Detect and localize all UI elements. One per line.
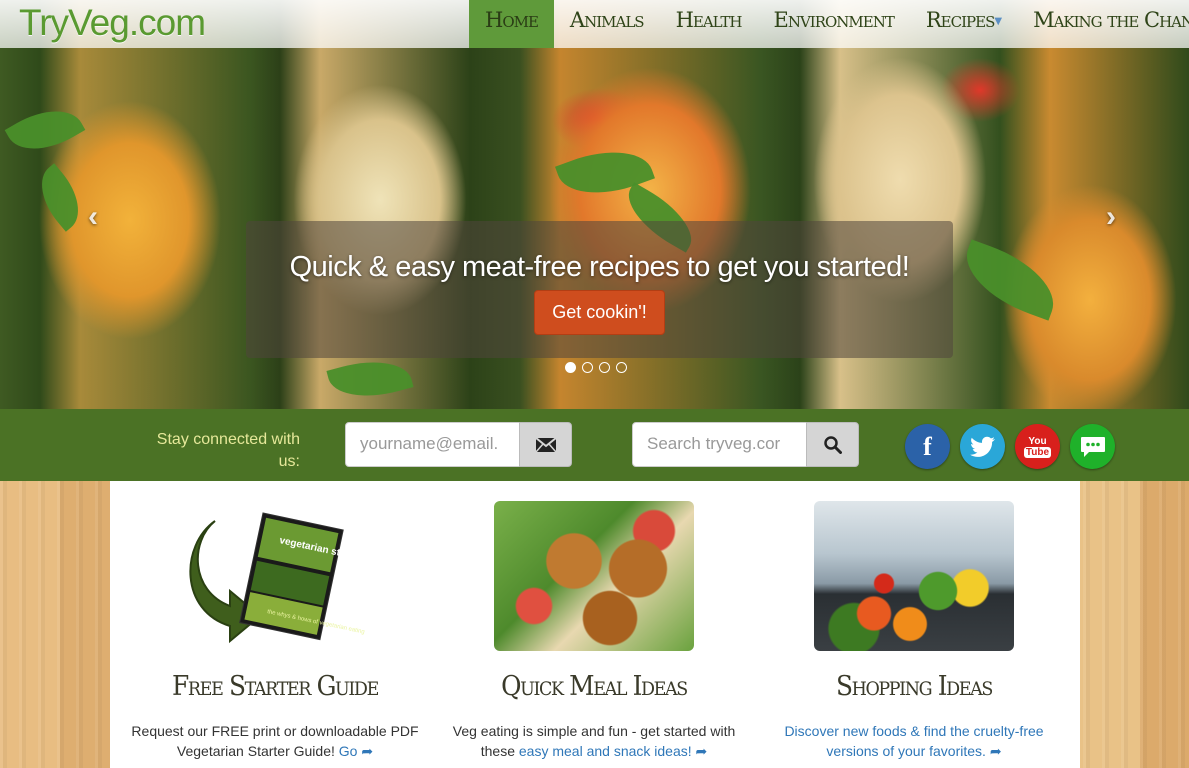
go-link[interactable]: Go — [339, 743, 358, 759]
twitter-icon[interactable] — [960, 424, 1005, 469]
email-submit-button[interactable] — [519, 422, 572, 467]
grocery-image[interactable] — [814, 501, 1014, 651]
nav-label: Making the Change — [1033, 8, 1189, 32]
search-input[interactable]: Search tryveg.cor — [632, 422, 807, 467]
green-arrow-icon: vegetarian starter guide the whys & hows… — [189, 512, 375, 644]
carousel-prev-icon[interactable]: ‹ — [88, 200, 98, 234]
email-field[interactable]: yourname@email. — [345, 422, 520, 467]
card-title: Shopping Ideas — [835, 671, 993, 702]
meal-ideas-link[interactable]: easy meal and snack ideas! — [519, 743, 692, 759]
search-placeholder: Search tryveg.cor — [647, 434, 781, 453]
site-logo[interactable]: TryVeg.com — [19, 2, 206, 44]
herb-leaf — [954, 239, 1066, 321]
search-button[interactable] — [806, 422, 859, 467]
facebook-letter: f — [923, 431, 932, 461]
carousel-dot[interactable] — [582, 362, 593, 373]
nav-label: Recipes — [925, 8, 995, 32]
main-nav: Home Animals Health Environment Recipes▼… — [469, 0, 1189, 48]
nav-label: Health — [675, 8, 743, 32]
nav-label: Home — [485, 8, 539, 32]
chat-bubble-icon — [1080, 436, 1105, 457]
hero-carousel: ‹ › Quick & easy meat-free recipes to ge… — [0, 0, 1189, 409]
hero-caption: Quick & easy meat-free recipes to get yo… — [246, 221, 953, 358]
herb-leaf — [326, 350, 414, 408]
herb-leaf — [27, 163, 93, 232]
caret-down-icon: ▼ — [994, 16, 1002, 27]
search-icon — [823, 435, 842, 454]
falafel-image[interactable] — [494, 501, 694, 651]
top-navbar: TryVeg.com Home Animals Health Environme… — [0, 0, 1189, 48]
carousel-next-icon[interactable]: › — [1106, 200, 1116, 234]
twitter-bird-icon — [969, 436, 995, 457]
sms-icon[interactable] — [1070, 424, 1115, 469]
card-text: Discover new foods & find the cruelty-fr… — [764, 721, 1064, 761]
card-title: Free Starter Guide — [172, 671, 379, 702]
youtube-tube: Tube — [1023, 446, 1052, 458]
hero-caption-text: Quick & easy meat-free recipes to get yo… — [289, 251, 910, 283]
starter-guide-image[interactable]: vegetarian starter guide the whys & hows… — [175, 501, 375, 651]
youtube-you: You — [1028, 435, 1047, 447]
share-arrow-icon: ➦ — [989, 743, 1002, 759]
youtube-icon[interactable]: You Tube — [1015, 424, 1060, 469]
stay-connected-label: Stay connected with us: — [156, 431, 300, 470]
share-arrow-icon: ➦ — [695, 743, 708, 759]
herb-leaf — [4, 95, 86, 165]
nav-health[interactable]: Health — [660, 0, 758, 48]
nav-label: Environment — [773, 8, 895, 32]
card-text: Request our FREE print or downloadable P… — [125, 721, 425, 761]
nav-animals[interactable]: Animals — [554, 0, 660, 48]
carousel-dot[interactable] — [565, 362, 576, 373]
shopping-link[interactable]: Discover new foods & find the cruelty-fr… — [784, 723, 1043, 759]
email-placeholder: yourname@email. — [360, 434, 499, 453]
facebook-icon[interactable]: f — [905, 424, 950, 469]
feature-panel: vegetarian starter guide the whys & hows… — [110, 481, 1080, 768]
card-title: Quick Meal Ideas — [501, 671, 688, 702]
nav-recipes[interactable]: Recipes▼ — [910, 0, 1017, 48]
envelope-icon — [535, 437, 556, 452]
card-description: Request our FREE print or downloadable P… — [131, 723, 419, 759]
card-text: Veg eating is simple and fun - get start… — [444, 721, 744, 761]
nav-label: Animals — [569, 8, 645, 32]
carousel-dot[interactable] — [616, 362, 627, 373]
nav-environment[interactable]: Environment — [758, 0, 910, 48]
nav-making-the-change[interactable]: Making the Change▼ — [1017, 0, 1189, 48]
get-cookin-button[interactable]: Get cookin'! — [534, 290, 665, 335]
share-arrow-icon: ➦ — [361, 743, 374, 759]
nav-home[interactable]: Home — [469, 0, 554, 48]
connect-bar: Stay connected with us: yourname@email. … — [0, 409, 1189, 481]
carousel-dot[interactable] — [599, 362, 610, 373]
carousel-indicators — [565, 362, 627, 373]
